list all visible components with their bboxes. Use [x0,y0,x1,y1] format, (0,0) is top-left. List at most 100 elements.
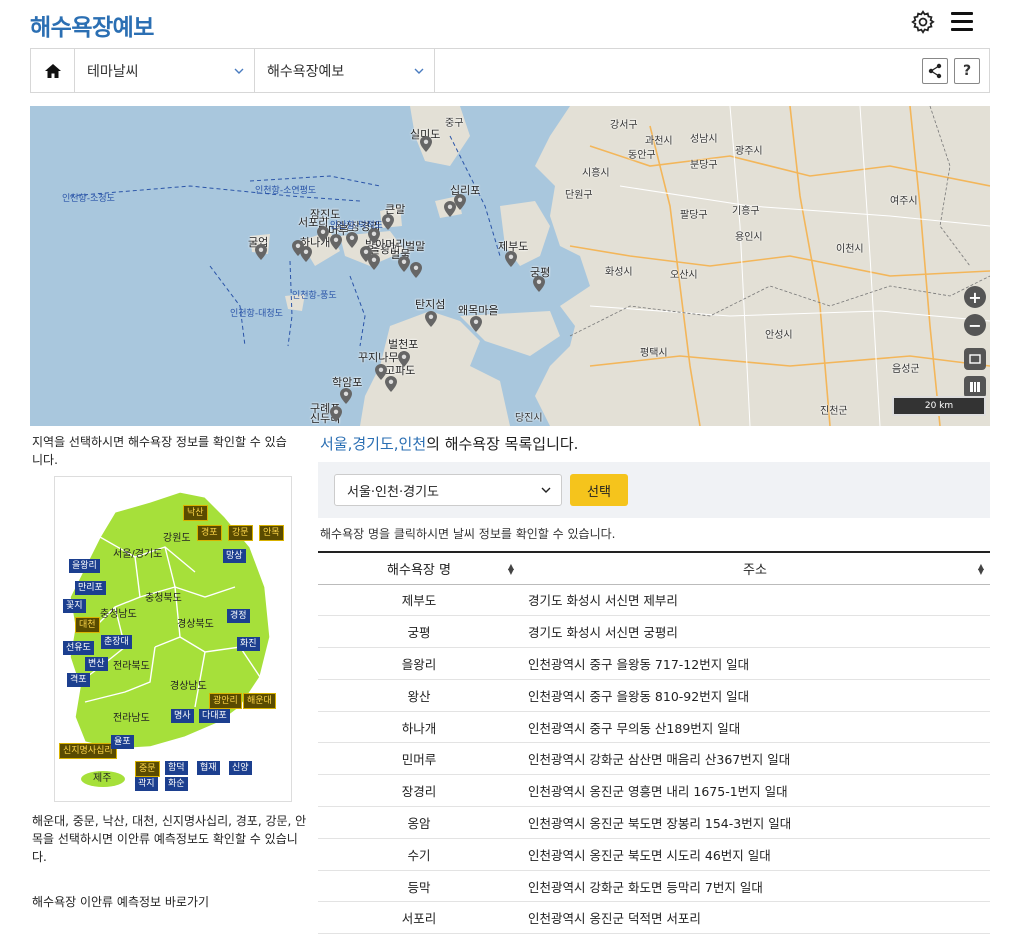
map-pin-icon[interactable] [330,406,342,422]
beach-name-cell[interactable]: 서포리 [318,901,520,935]
beach-name-cell[interactable]: 하나개 [318,711,520,744]
beach-forecast-select[interactable]: 해수욕장예보 [255,49,435,92]
select-button[interactable]: 선택 [570,474,628,506]
map-pin-icon[interactable] [330,234,342,250]
map-layer-button[interactable] [964,348,986,370]
region-label[interactable]: 경상북도 [177,615,214,630]
beach-tag[interactable]: 낙산 [183,505,208,521]
beach-tag[interactable]: 곽지 [135,777,158,791]
beach-name-cell[interactable]: 민머루 [318,742,520,776]
map-beach-label[interactable]: 벌천포 [388,336,418,352]
region-dropdown[interactable]: 서울·인천·경기도 [334,474,562,506]
map-pin-icon[interactable] [410,262,422,278]
map-pin-icon[interactable] [382,214,394,230]
region-label[interactable]: 강원도 [163,529,191,544]
beach-tag[interactable]: 안목 [259,525,284,541]
beach-tag[interactable]: 신양 [229,761,252,775]
table-row[interactable]: 궁평 경기도 화성시 서신면 궁평리 [318,615,990,649]
map-pin-icon[interactable] [317,226,329,242]
table-row[interactable]: 옹암 인천광역시 옹진군 북도면 장봉리 154-3번지 일대 [318,806,990,839]
map-view-button[interactable] [964,376,986,398]
zoom-out-button[interactable]: − [964,314,986,336]
map-pin-icon[interactable] [346,232,358,248]
map-pin-icon[interactable] [420,136,432,152]
beach-tag[interactable]: 중문 [135,761,160,777]
region-label[interactable]: 충청남도 [100,605,137,620]
beach-tag[interactable]: 화진 [237,637,260,651]
map-pin-icon[interactable] [398,351,410,367]
gear-icon[interactable] [910,9,936,35]
beach-tag[interactable]: 만리포 [75,581,106,595]
beach-tag[interactable]: 선유도 [63,641,94,655]
rip-current-link[interactable]: 해수욕장 이안류 예측정보 바로가기 [32,893,209,910]
map-pin-icon[interactable] [470,316,482,332]
beach-tag[interactable]: 함덕 [165,761,188,775]
beach-name-cell[interactable]: 수기 [318,838,520,871]
beach-tag[interactable]: 명사 [171,709,194,723]
beach-tag[interactable]: 해운대 [243,693,276,709]
region-label[interactable]: 경상남도 [170,677,207,692]
beach-tag[interactable]: 강문 [228,525,253,541]
column-header-address[interactable]: 주소 ▲ ▼ [520,552,990,585]
region-label[interactable]: 충청북도 [145,589,182,604]
table-row[interactable]: 민머루 인천광역시 강화군 삼산면 매음리 산367번지 일대 [318,742,990,776]
map-pin-icon[interactable] [385,376,397,392]
beach-tag[interactable]: 망상 [223,549,246,563]
region-label[interactable]: 제주 [93,769,111,784]
beach-tag[interactable]: 신지명사십리 [59,743,117,759]
beach-tag[interactable]: 화순 [165,777,188,791]
help-button[interactable]: ? [954,57,980,84]
beach-name-cell[interactable]: 등막 [318,870,520,903]
region-label[interactable]: 전라북도 [113,657,150,672]
table-row[interactable]: 을왕리 인천광역시 중구 을왕동 717-12번지 일대 [318,647,990,680]
map-pin-icon[interactable] [425,311,437,327]
table-row[interactable]: 장경리 인천광역시 옹진군 영흥면 내리 1675-1번지 일대 [318,774,990,808]
beach-name-cell[interactable]: 왕산 [318,679,520,712]
map-pin-icon[interactable] [533,276,545,292]
map-pin-icon[interactable] [360,246,372,262]
beach-name-cell[interactable]: 장경리 [318,774,520,808]
beach-tag[interactable]: 경정 [227,609,250,623]
beach-tag[interactable]: 변산 [85,657,108,671]
beach-tag[interactable]: 광안리 [209,693,242,709]
zoom-in-button[interactable]: + [964,286,986,308]
map-pin-icon[interactable] [398,256,410,272]
beach-tag[interactable]: 협재 [197,761,220,775]
region-label[interactable]: 서울/경기도 [113,545,162,560]
beach-name-cell[interactable]: 옹암 [318,806,520,839]
beach-address-cell: 인천광역시 중구 을왕동 717-12번지 일대 [520,647,990,680]
theme-weather-select[interactable]: 테마날씨 [75,49,255,92]
beach-tag[interactable]: 꽃지 [63,599,86,613]
region-label[interactable]: 전라남도 [113,709,150,724]
map-pin-icon[interactable] [454,194,466,210]
map-pin-icon[interactable] [505,251,517,267]
column-header-name[interactable]: 해수욕장 명 ▲ ▼ [318,552,520,585]
beach-tag[interactable]: 춘장대 [101,635,132,649]
beach-tag[interactable]: 격포 [67,673,90,687]
map-city-label: 기흥구 [732,206,760,217]
beach-name-cell[interactable]: 을왕리 [318,647,520,680]
table-row[interactable]: 수기 인천광역시 옹진군 북도면 시도리 46번지 일대 [318,838,990,871]
table-row[interactable]: 제부도 경기도 화성시 서신면 제부리 [318,584,990,617]
menu-icon[interactable] [951,12,973,32]
map-pin-icon[interactable] [340,388,352,404]
map-beach-label[interactable]: 탄지섬 [415,296,445,312]
map-view[interactable]: 실미도 잠진도 장경리 큰말 서포리 굴업 하나개 왕산 을왕리 제부도 궁평 방아머리 탄지섬 왜목마을… [30,106,990,426]
table-row[interactable]: 왕산 인천광역시 중구 을왕동 810-92번지 일대 [318,679,990,712]
home-button[interactable] [31,49,75,92]
map-pin-icon[interactable] [255,244,267,260]
share-button[interactable] [922,57,948,84]
beach-name-cell[interactable]: 궁평 [318,615,520,649]
beach-tag[interactable]: 다대포 [199,709,230,723]
map-city-label: 동안구 [628,150,656,161]
beach-tag[interactable]: 경포 [197,525,222,541]
beach-tag[interactable]: 율포 [111,735,134,749]
korea-region-map[interactable]: 강원도 서울/경기도충청북도충청남도경상북도전라북도경상남도전라남도제주 낙산경포 강… [54,476,292,802]
map-pin-icon[interactable] [300,246,312,262]
beach-name-cell[interactable]: 제부도 [318,584,520,617]
beach-tag[interactable]: 대천 [75,617,100,633]
beach-tag[interactable]: 을왕리 [69,559,100,573]
table-row[interactable]: 하나개 인천광역시 중구 무의동 산189번지 일대 [318,711,990,744]
table-row[interactable]: 등막 인천광역시 강화군 화도면 등막리 7번지 일대 [318,870,990,903]
table-row[interactable]: 서포리 인천광역시 옹진군 덕적면 서포리 [318,901,990,935]
